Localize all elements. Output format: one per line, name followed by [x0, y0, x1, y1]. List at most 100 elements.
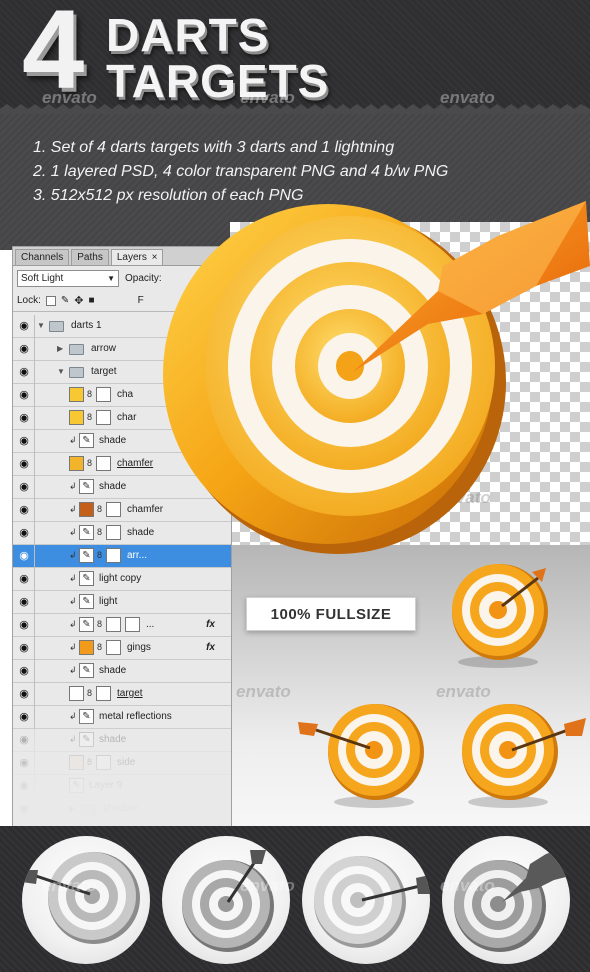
clipping-arrow-icon: ↲: [69, 665, 77, 675]
layer-row[interactable]: ◉ ↲ ✎ shade: [13, 729, 231, 752]
chain-link-icon[interactable]: 8: [97, 504, 102, 514]
layer-mask-thumbnail: [96, 410, 111, 425]
layer-row[interactable]: ◉ ↲ ✎ 8... fx: [13, 614, 231, 637]
chevron-right-icon[interactable]: ▶: [69, 804, 75, 813]
brush-icon: ✎: [79, 571, 94, 586]
chevron-down-icon[interactable]: ▼: [57, 367, 65, 376]
eye-icon[interactable]: ◉: [17, 342, 31, 355]
chain-link-icon[interactable]: 8: [97, 619, 102, 629]
layer-row[interactable]: ◉ ↲ ✎ shade: [13, 660, 231, 683]
layer-thumbnail: [69, 387, 84, 402]
hero-dart-target: [163, 201, 590, 554]
lock-all-icon[interactable]: ■: [89, 295, 95, 306]
chain-link-icon[interactable]: 8: [87, 412, 92, 422]
lock-transparent-icon[interactable]: [45, 295, 56, 306]
watermark: envato: [240, 88, 295, 107]
watermark: envato: [236, 682, 291, 701]
bw-preview-circle-1: [22, 836, 150, 964]
eye-icon[interactable]: ◉: [17, 664, 31, 677]
clipping-arrow-icon: ↲: [69, 642, 77, 652]
bw-target-4: [454, 846, 570, 952]
chain-link-icon[interactable]: 8: [97, 550, 102, 560]
layer-name: light: [99, 596, 118, 607]
eye-icon[interactable]: ◉: [17, 572, 31, 585]
target-preview-1: [452, 564, 548, 668]
eye-icon[interactable]: ◉: [17, 411, 31, 424]
lock-move-icon[interactable]: ✥: [74, 294, 83, 307]
layer-effects-icon[interactable]: fx: [206, 619, 215, 630]
eye-icon[interactable]: ◉: [17, 618, 31, 631]
layer-mask-thumbnail: [96, 387, 111, 402]
eye-icon[interactable]: ◉: [17, 802, 31, 815]
layer-row[interactable]: ◉ 8 side: [13, 752, 231, 775]
eye-icon[interactable]: ◉: [17, 710, 31, 723]
lock-brush-icon[interactable]: ✎: [61, 295, 69, 306]
clipping-arrow-icon: ↲: [69, 504, 77, 514]
layer-name: ...: [146, 619, 155, 630]
clipping-arrow-icon: ↲: [69, 550, 77, 560]
layer-name: shade: [99, 481, 127, 492]
layer-mask-thumbnail: [96, 686, 111, 701]
eye-icon[interactable]: ◉: [17, 779, 31, 792]
bw-preview-circle-4: [442, 836, 570, 964]
eye-icon[interactable]: ◉: [17, 756, 31, 769]
layer-row[interactable]: ◉ ↲ 8 gings fx: [13, 637, 231, 660]
eye-icon[interactable]: ◉: [17, 457, 31, 470]
layer-mask-thumbnail: [106, 525, 121, 540]
chevron-down-icon: ▼: [107, 273, 115, 283]
eye-icon[interactable]: ◉: [17, 434, 31, 447]
layer-name: target: [91, 366, 117, 377]
brush-icon: ✎: [79, 433, 94, 448]
eye-icon[interactable]: ◉: [17, 595, 31, 608]
layer-thumbnail: [69, 456, 84, 471]
chain-link-icon[interactable]: 8: [87, 757, 92, 767]
layer-row[interactable]: ◉ ↲ ✎ metal reflections: [13, 706, 231, 729]
watermark: envato: [440, 876, 495, 895]
blend-mode-select[interactable]: Soft Light ▼: [17, 269, 119, 287]
layer-mask-thumbnail: [125, 617, 140, 632]
chain-link-icon[interactable]: 8: [97, 527, 102, 537]
layer-row[interactable]: ◉ ↲ ✎ light: [13, 591, 231, 614]
clipping-arrow-icon: ↲: [69, 711, 77, 721]
bw-target-1: [22, 852, 140, 944]
layer-row[interactable]: ◉ ▶ shadow: [13, 798, 231, 821]
layer-name: light copy: [99, 573, 142, 584]
eye-icon[interactable]: ◉: [17, 549, 31, 562]
layer-effects-icon[interactable]: fx: [206, 642, 215, 653]
watermark: envato: [42, 876, 97, 895]
clipping-arrow-icon: ↲: [69, 596, 77, 606]
chain-link-icon[interactable]: 8: [87, 389, 92, 399]
chevron-down-icon[interactable]: ▼: [37, 321, 45, 330]
chain-link-icon[interactable]: 8: [87, 458, 92, 468]
bw-preview-circle-3: [302, 836, 430, 964]
eye-icon[interactable]: ◉: [17, 319, 31, 332]
lock-label: Lock:: [17, 295, 41, 306]
clipping-arrow-icon: ↲: [69, 435, 77, 445]
eye-icon[interactable]: ◉: [17, 687, 31, 700]
layer-name: shadow: [103, 803, 138, 814]
eye-icon[interactable]: ◉: [17, 641, 31, 654]
chevron-right-icon[interactable]: ▶: [57, 344, 63, 353]
eye-icon[interactable]: ◉: [17, 480, 31, 493]
layer-row[interactable]: ◉ 8 target: [13, 683, 231, 706]
eye-icon[interactable]: ◉: [17, 365, 31, 378]
bw-target-2: [182, 850, 274, 952]
chain-link-icon[interactable]: 8: [87, 688, 92, 698]
layer-thumbnail: [69, 686, 84, 701]
eye-icon[interactable]: ◉: [17, 526, 31, 539]
layer-mask-thumbnail: [96, 755, 111, 770]
folder-icon: [69, 344, 84, 355]
layer-name: shade: [99, 665, 127, 676]
layer-thumbnail: [79, 502, 94, 517]
brush-icon: ✎: [79, 732, 94, 747]
chain-link-icon[interactable]: 8: [97, 642, 102, 652]
eye-icon[interactable]: ◉: [17, 733, 31, 746]
layer-name: target: [117, 688, 143, 699]
eye-icon[interactable]: ◉: [17, 388, 31, 401]
layer-name: side: [117, 757, 136, 768]
tab-channels[interactable]: Channels: [15, 249, 70, 265]
title-line-targets: TARGETS: [106, 55, 330, 107]
tab-paths[interactable]: Paths: [71, 249, 109, 265]
layer-row[interactable]: ◉ ✎ Layer 9: [13, 775, 231, 798]
eye-icon[interactable]: ◉: [17, 503, 31, 516]
